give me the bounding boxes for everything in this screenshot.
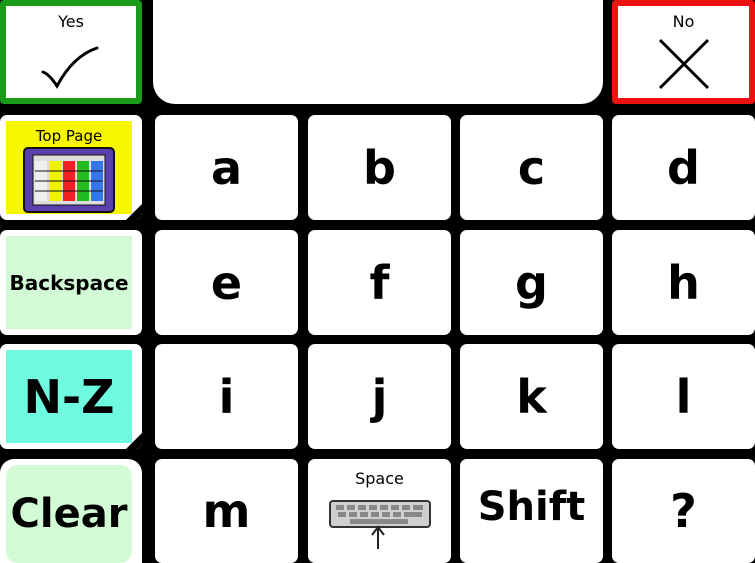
key-f[interactable]: f <box>308 230 451 335</box>
calendar-grid-icon <box>23 147 115 213</box>
key-j[interactable]: j <box>308 344 451 449</box>
key-k-label: k <box>516 369 547 424</box>
checkmark-icon <box>41 46 99 89</box>
key-j-label: j <box>371 369 388 424</box>
key-h-label: h <box>667 255 700 310</box>
clear-button[interactable]: Clear <box>0 459 142 563</box>
nz-page-button[interactable]: N-Z <box>0 344 142 449</box>
key-d[interactable]: d <box>612 115 755 220</box>
key-h[interactable]: h <box>612 230 755 335</box>
key-m-label: m <box>202 484 251 538</box>
yes-label: Yes <box>58 12 84 31</box>
nz-label: N-Z <box>23 369 115 424</box>
key-a[interactable]: a <box>155 115 298 220</box>
key-f-label: f <box>369 255 390 310</box>
shift-key[interactable]: Shift <box>460 459 603 563</box>
key-question-label: ? <box>670 484 697 538</box>
yes-button[interactable]: Yes <box>0 0 142 104</box>
key-g[interactable]: g <box>460 230 603 335</box>
key-e-label: e <box>210 255 243 310</box>
key-d-label: d <box>667 140 700 195</box>
key-a-label: a <box>210 140 243 195</box>
key-c[interactable]: c <box>460 115 603 220</box>
key-b[interactable]: b <box>308 115 451 220</box>
key-g-label: g <box>515 255 548 310</box>
backspace-button[interactable]: Backspace <box>0 230 142 335</box>
key-e[interactable]: e <box>155 230 298 335</box>
key-k[interactable]: k <box>460 344 603 449</box>
key-i[interactable]: i <box>155 344 298 449</box>
backspace-label: Backspace <box>9 270 129 295</box>
no-label: No <box>672 12 695 31</box>
top-page-button[interactable]: Top Page <box>0 115 142 220</box>
key-i-label: i <box>218 369 235 424</box>
top-page-label: Top Page <box>35 127 103 145</box>
message-display[interactable] <box>153 0 603 104</box>
key-l[interactable]: l <box>612 344 755 449</box>
key-b-label: b <box>363 140 396 195</box>
key-l-label: l <box>675 369 692 424</box>
key-question[interactable]: ? <box>612 459 755 563</box>
keyboard-spacebar-icon <box>329 500 431 549</box>
space-label: Space <box>355 469 404 488</box>
x-mark-icon <box>658 38 710 90</box>
no-button[interactable]: No <box>612 0 755 104</box>
key-c-label: c <box>517 140 546 195</box>
clear-label: Clear <box>10 491 128 537</box>
key-m[interactable]: m <box>155 459 298 563</box>
space-key[interactable]: Space <box>308 459 451 563</box>
shift-label: Shift <box>477 484 586 530</box>
